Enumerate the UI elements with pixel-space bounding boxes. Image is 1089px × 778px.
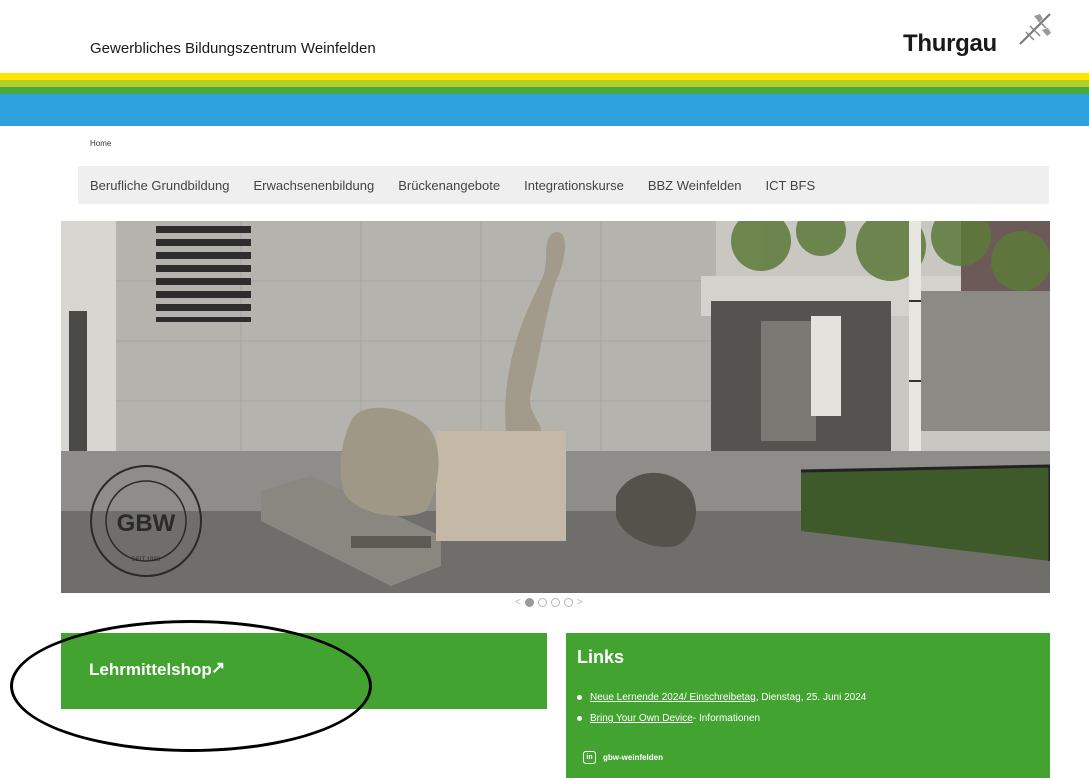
breadcrumb[interactable]: Home: [90, 139, 111, 148]
links-title: Links: [577, 647, 625, 667]
nav-item-ict-bfs[interactable]: ICT BFS: [754, 178, 828, 193]
hero-image: GBW SEIT 1893: [61, 221, 1050, 593]
bullet-icon: [577, 695, 582, 700]
nav-item-integrationskurse[interactable]: Integrationskurse: [512, 178, 636, 193]
slide-dot[interactable]: [550, 598, 560, 607]
color-stripes: [0, 73, 1089, 126]
next-slide-icon[interactable]: >: [577, 597, 583, 608]
nav-item-berufliche-grundbildung[interactable]: Berufliche Grundbildung: [78, 178, 241, 193]
slider-pagination: < >: [515, 597, 583, 608]
linkedin-label[interactable]: gbw-weinfelden: [603, 753, 663, 762]
prev-slide-icon[interactable]: <: [515, 597, 521, 608]
list-item: Neue Lernende 2024/ Einschreibetag , Die…: [577, 692, 866, 703]
slide-dot[interactable]: [537, 598, 547, 607]
slide-dot[interactable]: [563, 598, 573, 607]
links-panel: Links Neue Lernende 2024/ Einschreibetag…: [566, 633, 1050, 778]
link-description: , Dienstag, 25. Juni 2024: [755, 692, 867, 703]
site-title[interactable]: Gewerbliches Bildungszentrum Weinfelden: [90, 40, 376, 57]
link-neue-lernende[interactable]: Neue Lernende 2024/ Einschreibetag: [590, 692, 756, 703]
linkedin-link[interactable]: in gbw-weinfelden: [583, 751, 663, 764]
linkedin-icon: in: [583, 751, 596, 764]
link-bring-your-own-device[interactable]: Bring Your Own Device: [590, 713, 693, 724]
nav-item-bbz-weinfelden[interactable]: BBZ Weinfelden: [636, 178, 754, 193]
nav-item-brueckenangebote[interactable]: Brückenangebote: [386, 178, 512, 193]
hero-logo-since: SEIT 1893: [132, 557, 161, 563]
external-link-arrow-icon: ↗: [211, 658, 226, 677]
bullet-icon: [577, 716, 582, 721]
lehrmittelshop-label[interactable]: Lehrmittelshop: [89, 660, 212, 680]
main-nav: Berufliche Grundbildung Erwachsenenbildu…: [78, 166, 1049, 204]
lehrmittelshop-tile[interactable]: Lehrmittelshop ↗: [61, 633, 547, 709]
thurgau-crest-icon: [1019, 13, 1051, 45]
nav-item-erwachsenenbildung[interactable]: Erwachsenenbildung: [241, 178, 386, 193]
hero-slider[interactable]: GBW SEIT 1893: [61, 221, 1050, 593]
slide-dot[interactable]: [524, 598, 534, 607]
brand-logo-text[interactable]: Thurgau: [903, 30, 997, 58]
link-description: - Informationen: [692, 713, 761, 724]
list-item: Bring Your Own Device - Informationen: [577, 713, 760, 724]
hero-logo-text: GBW: [117, 510, 176, 537]
